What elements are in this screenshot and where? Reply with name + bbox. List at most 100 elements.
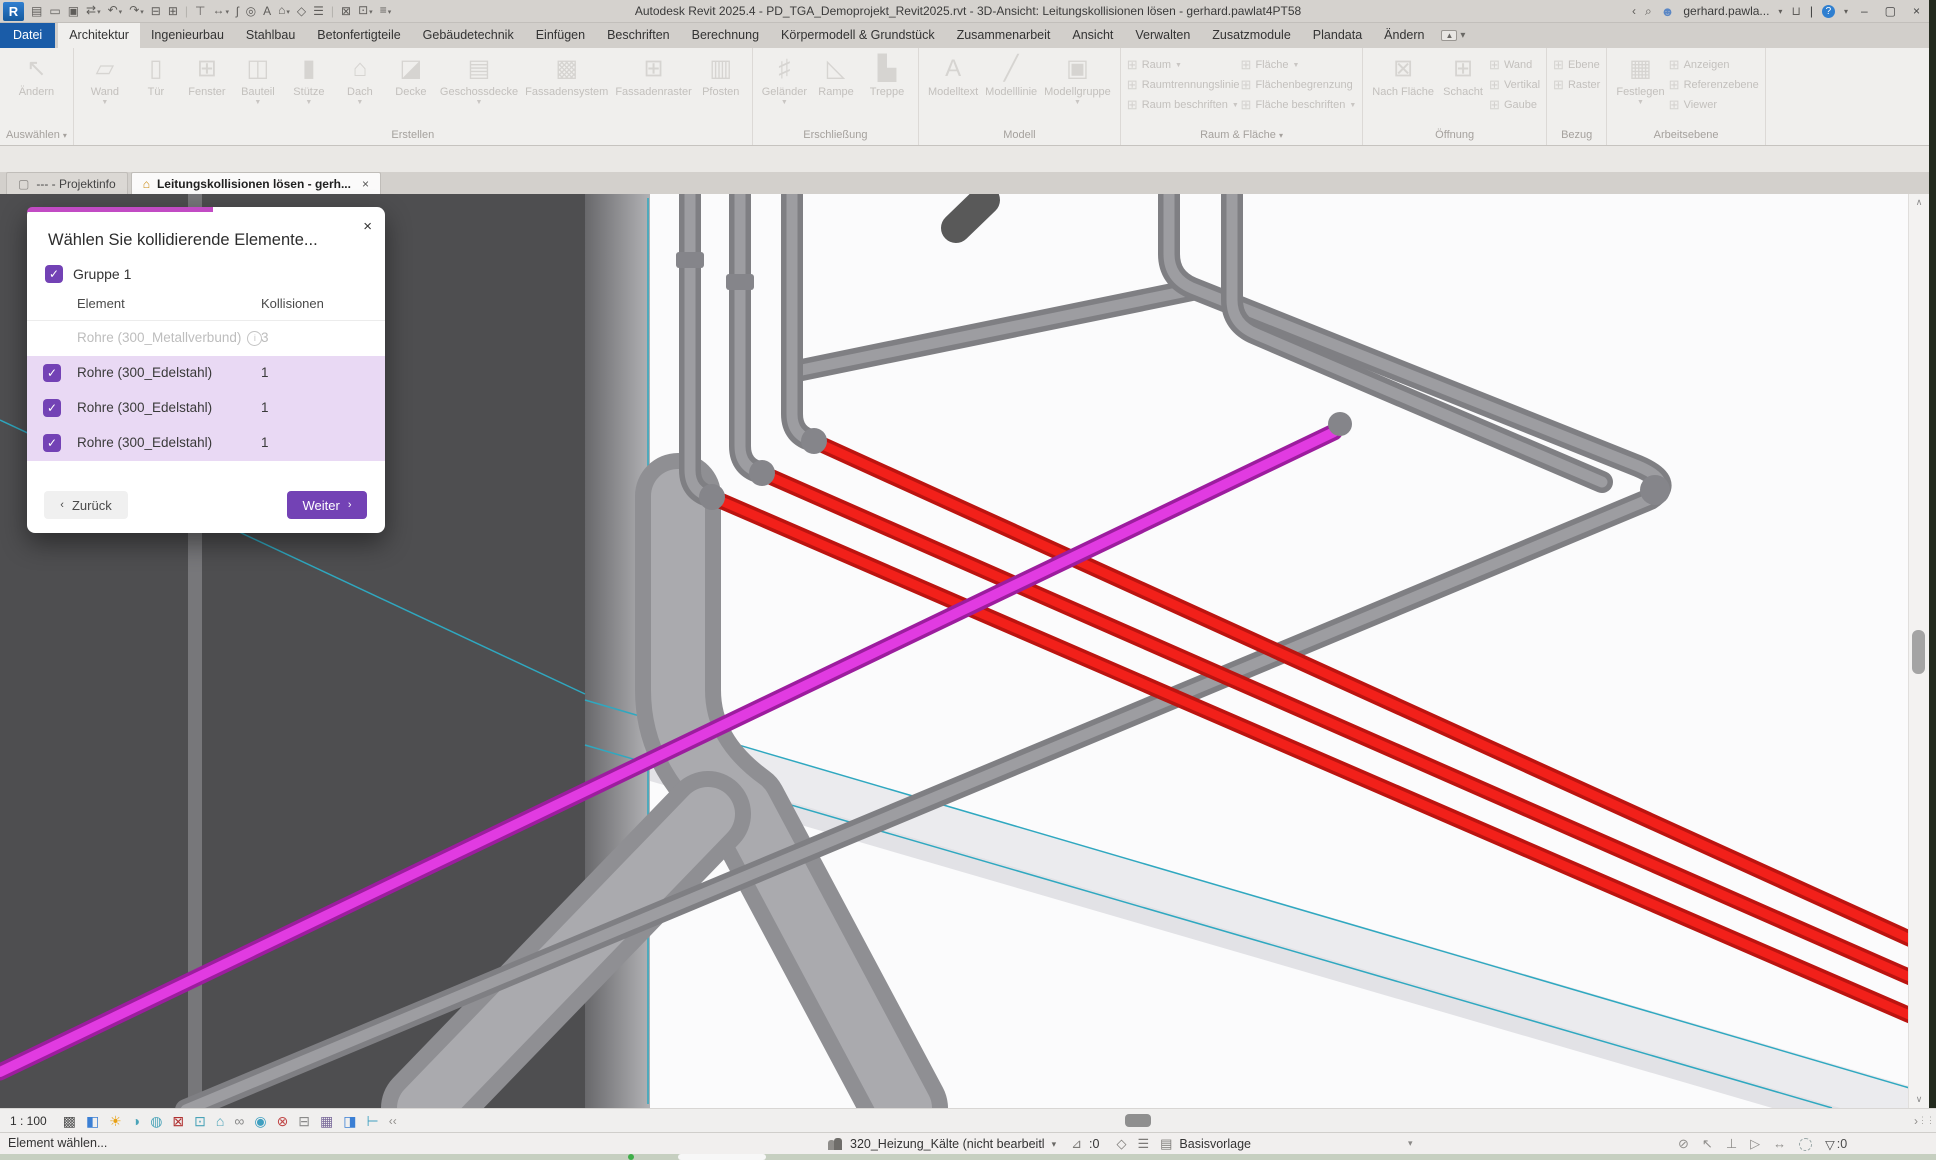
ribbon-tab-berechnung[interactable]: Berechnung — [681, 22, 770, 48]
chevron-down-icon[interactable]: ▾ — [1460, 30, 1465, 41]
section-icon[interactable]: ◇ — [297, 4, 306, 18]
crop-view-icon[interactable]: ⊠ — [172, 1113, 184, 1129]
ribbon-button-decke[interactable]: ◪ Decke — [386, 52, 436, 98]
user-account-menu[interactable]: gerhard.pawla... — [1683, 4, 1769, 18]
view-tab-leitungskollisionen-lösen-gerh[interactable]: ⌂ Leitungskollisionen lösen - gerh... × — [130, 172, 381, 194]
minimize-button[interactable]: – — [1857, 4, 1872, 18]
ribbon-button-raum-beschriften[interactable]: ⊞ Raum beschriften ▼ — [1127, 97, 1240, 113]
ribbon-tab-beschriften[interactable]: Beschriften — [596, 22, 681, 48]
ribbon-button-vertikal[interactable]: ⊞ Vertikal — [1489, 77, 1540, 93]
ribbon-button-dach[interactable]: ⌂ Dach ▼ — [335, 52, 385, 106]
ribbon-button-wand[interactable]: ▱ Wand ▼ — [80, 52, 130, 106]
file-menu-icon[interactable]: ▤ — [31, 4, 42, 18]
reveal-constraints-icon[interactable]: ⊗ — [277, 1113, 289, 1129]
ribbon-tab-datei[interactable]: Datei — [0, 22, 56, 48]
temporary-hide-isolate-icon[interactable]: ◉ — [254, 1113, 266, 1129]
temporary-view-properties-icon[interactable]: ⊟ — [298, 1113, 310, 1129]
thin-lines-icon[interactable]: ☰ — [313, 4, 324, 18]
vertical-scrollbar[interactable]: ∧ ∨ — [1908, 194, 1929, 1108]
print-icon[interactable]: ⊟ — [151, 4, 161, 18]
ribbon-button-pfosten[interactable]: ▥ Pfosten — [696, 52, 746, 98]
horizontal-scrollbar[interactable] — [401, 1113, 1910, 1129]
drag-on-selection-icon[interactable]: ↔ — [1773, 1136, 1786, 1152]
ribbon-button-referenzebene[interactable]: ⊞ Referenzebene — [1669, 77, 1759, 93]
row-checkbox[interactable]: ✓ — [43, 434, 61, 452]
ribbon-tab-verwalten[interactable]: Verwalten — [1124, 22, 1201, 48]
ribbon-button-ändern[interactable]: ↖ Ändern — [11, 52, 61, 98]
close-inactive-views-icon[interactable]: ⊠ — [341, 4, 351, 18]
ribbon-button-tür[interactable]: ▯ Tür — [131, 52, 181, 98]
search-icon[interactable]: ⌕ — [1645, 4, 1652, 19]
spline-icon[interactable]: ʃ — [236, 4, 239, 18]
constraints-icon[interactable]: ⊢ — [367, 1113, 379, 1129]
ribbon-collapse-control[interactable]: ▲ ▾ — [1441, 22, 1465, 48]
ribbon-button-geschossdecke[interactable]: ▤ Geschossdecke ▼ — [437, 52, 521, 106]
resize-grip[interactable]: ⋮⋮ — [1918, 1115, 1935, 1126]
dialog-row[interactable]: ✓ Rohre (300_Edelstahl) 1 — [27, 391, 385, 426]
ribbon-tab-plandata[interactable]: Plandata — [1302, 22, 1373, 48]
chevron-down-icon[interactable]: ▾ — [1778, 7, 1782, 16]
ribbon-tab-zusammenarbeit[interactable]: Zusammenarbeit — [946, 22, 1062, 48]
group-checkbox[interactable]: ✓ — [45, 265, 63, 283]
ribbon-button-treppe[interactable]: ▙ Treppe — [862, 52, 912, 98]
view-template-icon[interactable]: ▤ — [1160, 1136, 1172, 1152]
ribbon-button-nach-fläche[interactable]: ⊠ Nach Fläche — [1369, 52, 1437, 98]
workset-selector[interactable]: 320_Heizung_Kälte (nicht bearbeitl — [850, 1137, 1045, 1151]
help-icon[interactable]: ? — [1821, 4, 1835, 18]
ribbon-button-fassadensystem[interactable]: ▩ Fassadensystem — [522, 52, 611, 98]
panel-toggle-icon[interactable]: ▲ — [1441, 29, 1458, 41]
view-tab-projektinfo[interactable]: ▢ --- - Projektinfo — [6, 172, 128, 194]
chevron-down-icon[interactable]: ▾ — [63, 131, 67, 140]
view-list-icon[interactable]: ☰ — [1137, 1136, 1149, 1152]
next-button[interactable]: Weiter › — [287, 491, 367, 519]
back-arrow-icon[interactable]: ‹ — [1632, 4, 1636, 18]
ribbon-button-stütze[interactable]: ▮ Stütze ▼ — [284, 52, 334, 106]
ribbon-tab-körpermodell-grundstück[interactable]: Körpermodell & Grundstück — [770, 22, 946, 48]
dropdown-arrow-icon[interactable]: ▾ — [369, 9, 373, 16]
ribbon-button-modelllinie[interactable]: ╱ Modelllinie — [982, 52, 1040, 98]
ribbon-button-schacht[interactable]: ⊞ Schacht — [1438, 52, 1488, 98]
dropdown-arrow-icon[interactable]: ▾ — [97, 9, 101, 16]
detail-level-icon[interactable]: ▩ — [63, 1113, 76, 1129]
ribbon-button-anzeigen[interactable]: ⊞ Anzeigen — [1669, 57, 1759, 73]
select-underlay-icon[interactable]: ↖ — [1702, 1136, 1713, 1152]
panel-label[interactable]: Auswählen ▾ — [0, 128, 73, 145]
ribbon-tab-einfügen[interactable]: Einfügen — [525, 22, 596, 48]
measure-icon[interactable]: ↔▾ — [212, 3, 229, 20]
back-button[interactable]: ‹ Zurück — [44, 491, 128, 519]
ribbon-button-fenster[interactable]: ⊞ Fenster — [182, 52, 232, 98]
sun-path-icon[interactable]: ☀ — [109, 1113, 122, 1129]
select-pinned-icon[interactable]: ⊥ — [1726, 1136, 1737, 1152]
reveal-hidden-icon[interactable]: ∞ — [234, 1113, 244, 1129]
ribbon-button-modelltext[interactable]: A Modelltext — [925, 52, 981, 98]
home-icon[interactable]: ⌂▾ — [278, 3, 290, 20]
row-checkbox[interactable]: ✓ — [43, 364, 61, 382]
dialog-row[interactable]: ✓ Rohre (300_Edelstahl) 1 — [27, 426, 385, 461]
ribbon-button-wand[interactable]: ⊞ Wand — [1489, 57, 1540, 73]
sync-icon[interactable]: ⇄▾ — [86, 3, 101, 20]
restore-button[interactable]: ▢ — [1881, 4, 1900, 18]
save-icon[interactable]: ▣ — [68, 4, 79, 18]
close-view-icon[interactable]: × — [362, 177, 369, 191]
rendering-icon[interactable]: ◍ — [150, 1113, 162, 1129]
select-by-face-icon[interactable]: ▷ — [1750, 1136, 1760, 1152]
select-links-icon[interactable]: ⊘ — [1678, 1136, 1689, 1152]
template-dropdown-icon[interactable]: ▾ — [1408, 1138, 1413, 1149]
redo-icon[interactable]: ↷▾ — [129, 3, 144, 20]
ribbon-button-flächenbegrenzung[interactable]: ⊞ Flächenbegrenzung — [1241, 77, 1357, 93]
ribbon-button-bauteil[interactable]: ◫ Bauteil ▼ — [233, 52, 283, 106]
crop-region-icon[interactable]: ⊡ — [194, 1113, 206, 1129]
ribbon-button-raum[interactable]: ⊞ Raum ▼ — [1127, 57, 1240, 73]
visual-style-icon[interactable]: ◧ — [86, 1113, 99, 1129]
scroll-down-icon[interactable]: ∨ — [1909, 1094, 1929, 1105]
customize-qat-icon[interactable]: ≡▾ — [380, 3, 392, 20]
dropdown-arrow-icon[interactable]: ▾ — [119, 9, 123, 16]
filter-button[interactable]: ▽ :0 — [1825, 1137, 1847, 1152]
ribbon-tab-betonfertigteile[interactable]: Betonfertigteile — [306, 22, 411, 48]
ribbon-button-fläche[interactable]: ⊞ Fläche ▼ — [1241, 57, 1357, 73]
user-avatar-icon[interactable]: ☻ — [1661, 4, 1675, 19]
tag-icon[interactable]: ◎ — [246, 4, 256, 18]
dialog-row[interactable]: ✓ Rohre (300_Edelstahl) 1 — [27, 356, 385, 391]
horizontal-scroll-thumb[interactable] — [1125, 1113, 1152, 1127]
row-checkbox[interactable]: ✓ — [43, 399, 61, 417]
